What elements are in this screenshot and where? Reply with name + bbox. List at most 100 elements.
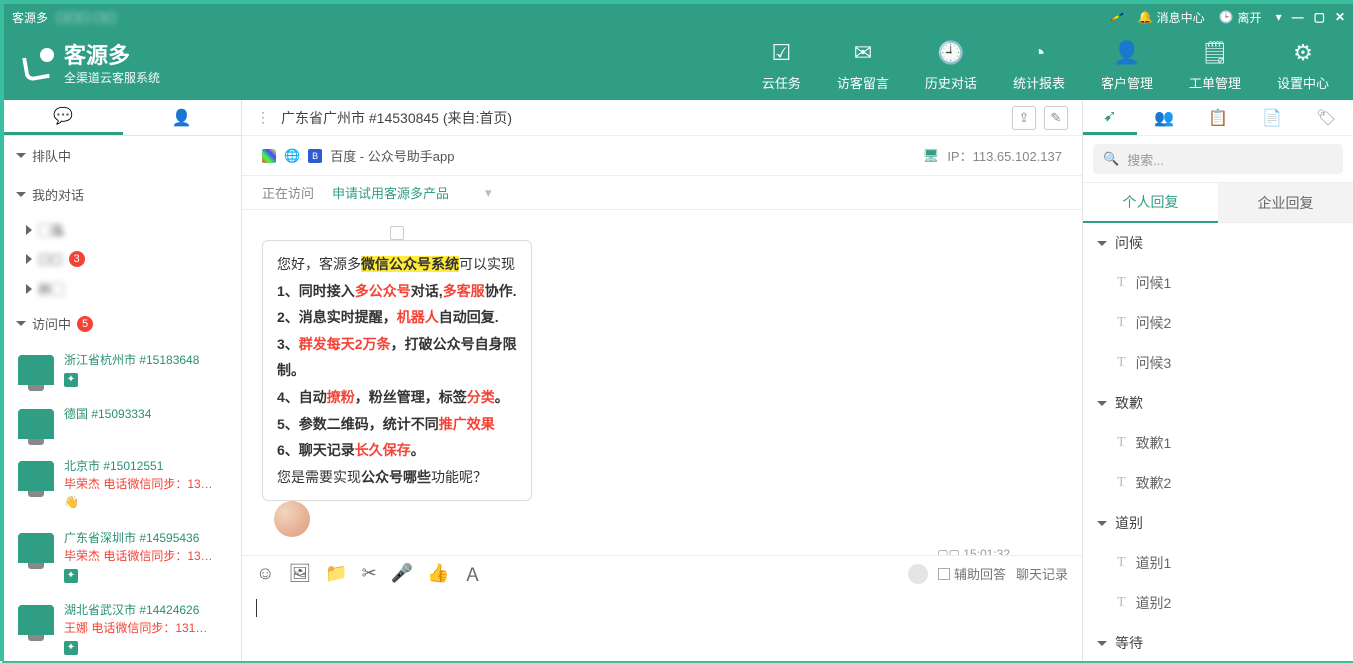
visitor-item[interactable]: 浙江省杭州市 #15183648✦	[4, 343, 241, 397]
edit-icon[interactable]	[1110, 16, 1124, 18]
hnav-0[interactable]: ☑ 云任务	[762, 39, 801, 92]
message-bubble: 您好，客源多微信公众号系统可以实现 1、同时接入多公众号对话,多客服协作. 2、…	[262, 240, 532, 501]
reply-group[interactable]: 问候	[1083, 223, 1353, 263]
my-chat-item[interactable]: ▢泓	[4, 214, 241, 245]
message-center-label: 消息中心	[1157, 9, 1205, 26]
ip-text: IP：113.65.102.137	[947, 146, 1062, 165]
brand-name: 客源多	[64, 45, 160, 67]
rtab-card-icon[interactable]: 📋	[1191, 100, 1245, 135]
reply-item[interactable]: T问候3	[1083, 343, 1353, 383]
reply-group[interactable]: 道别	[1083, 503, 1353, 543]
group-my-chat[interactable]: 我的对话	[4, 175, 241, 214]
message-input[interactable]	[242, 591, 1082, 661]
hnav-4[interactable]: 👤 客户管理	[1101, 39, 1153, 92]
bell-icon: 🔔	[1138, 10, 1153, 24]
thumb-icon[interactable]: 👍	[427, 563, 449, 584]
hnav-label: 设置中心	[1277, 73, 1329, 92]
leave-label: 离开	[1238, 9, 1262, 26]
hnav-label: 云任务	[762, 73, 801, 92]
visiting-link[interactable]: 申请试用客源多产品	[332, 183, 449, 202]
maximize-button[interactable]: ▢	[1314, 10, 1325, 24]
chat-log-link[interactable]: 聊天记录	[1016, 564, 1068, 583]
tab-personal-reply[interactable]: 个人回复	[1083, 183, 1218, 223]
header: 客源多 全渠道云客服系统 ☑ 云任务 ✉访客留言 🕘历史对话 ◔统计报表 👤 客户管理 🗒 工单…	[4, 30, 1353, 100]
hnav-label: 客户管理	[1101, 73, 1153, 92]
search-input[interactable]: 🔍搜索...	[1093, 144, 1343, 174]
collapse-icon[interactable]: ▾	[485, 185, 492, 201]
chat-panel: ⋮ 广东省广州市 #14530845 (来自:首页) ⇪ ✎ 🌐 B 百度 - …	[242, 100, 1083, 661]
folder-icon[interactable]: 📁	[325, 563, 347, 584]
windows-icon	[262, 149, 276, 163]
title-bar: 客源多 ▢▢▢ ▢▢ 🔔消息中心 🕒离开 ▾ — ▢ ✕	[4, 4, 1353, 30]
close-button[interactable]: ✕	[1335, 10, 1345, 24]
hnav-icon: ☑	[767, 39, 795, 67]
monitor-icon	[18, 605, 54, 635]
msg-timestamp: ▢▢ 15:01:32	[262, 547, 1010, 555]
reply-item[interactable]: T道别2	[1083, 583, 1353, 623]
hnav-1[interactable]: ✉访客留言	[837, 39, 889, 92]
visitor-item[interactable]: 北京市 #15012551毕荣杰 电话微信同步：13… 👋	[4, 449, 241, 521]
reply-item[interactable]: T致歉1	[1083, 423, 1353, 463]
hnav-5[interactable]: 🗒 工单管理	[1189, 39, 1241, 92]
minimize-button[interactable]: —	[1292, 10, 1304, 24]
search-placeholder: 搜索...	[1127, 150, 1164, 169]
reply-item[interactable]: T问候2	[1083, 303, 1353, 343]
monitor-icon	[18, 461, 54, 491]
dropdown-icon[interactable]: ▾	[1276, 10, 1282, 24]
my-chat-item[interactable]: 孙▢	[4, 273, 241, 304]
right-panel: ➹ 👥 📋 📄 🏷 🔍搜索... 个人回复 企业回复 问候T问候1T问候2T问候…	[1083, 100, 1353, 661]
chat-title: 广东省广州市 #14530845 (来自:首页)	[281, 108, 512, 128]
visiting-label: 正在访问	[262, 183, 314, 202]
hnav-icon: ✉	[849, 39, 877, 67]
visiting-badge: 5	[77, 316, 93, 332]
visitor-item[interactable]: 德国 #15093334	[4, 397, 241, 449]
cut-icon[interactable]: ✂	[362, 563, 377, 584]
agent-avatar	[274, 501, 310, 537]
tab-corp-reply[interactable]: 企业回复	[1218, 183, 1353, 223]
hnav-label: 工单管理	[1189, 73, 1241, 92]
image-icon[interactable]: 🖼	[288, 563, 311, 584]
export-icon[interactable]: ⇪	[1012, 106, 1036, 130]
reply-item[interactable]: T道别1	[1083, 543, 1353, 583]
font-icon[interactable]: Ａ	[464, 561, 482, 587]
brand: 客源多 全渠道云客服系统	[20, 45, 160, 86]
visitor-item[interactable]: 广东省深圳市 #14595436毕荣杰 电话微信同步：13…✦	[4, 521, 241, 593]
hnav-3[interactable]: ◔统计报表	[1013, 39, 1065, 92]
leave-button[interactable]: 🕒 离开	[1219, 9, 1262, 26]
assist-toggle[interactable]: 辅助回答	[938, 564, 1006, 583]
rtab-ticket-icon[interactable]: 🏷	[1299, 100, 1353, 135]
brand-logo-icon	[20, 48, 54, 82]
clock-icon: 🕒	[1219, 10, 1234, 24]
monitor-icon: 🖥	[923, 148, 940, 164]
hnav-icon: 👤	[1113, 39, 1141, 67]
monitor-icon	[18, 355, 54, 385]
reply-item[interactable]: T问候1	[1083, 263, 1353, 303]
group-queue[interactable]: 排队中	[4, 136, 241, 175]
reply-group[interactable]: 致歉	[1083, 383, 1353, 423]
rtab-user-icon[interactable]: 👥	[1137, 100, 1191, 135]
my-chat-item[interactable]: ▢▢3	[4, 245, 241, 273]
hnav-2[interactable]: 🕘历史对话	[925, 39, 977, 92]
visitor-item[interactable]: 湖北省武汉市 #14424626王娜 电话微信同步：131…✦	[4, 593, 241, 661]
rtab-form-icon[interactable]: 📄	[1245, 100, 1299, 135]
source-text: 百度 - 公众号助手app	[330, 146, 454, 165]
reply-item[interactable]: T致歉2	[1083, 463, 1353, 503]
hnav-6[interactable]: ⚙ 设置中心	[1277, 39, 1329, 92]
emoji-icon[interactable]: ☺	[256, 563, 274, 584]
group-my-chat-label: 我的对话	[32, 185, 84, 204]
monitor-icon	[18, 533, 54, 563]
hnav-icon: ⚙	[1289, 39, 1317, 67]
mic-icon[interactable]: 🎤	[391, 563, 413, 584]
tab-contact-icon[interactable]: 👤	[123, 100, 242, 135]
group-queue-label: 排队中	[32, 146, 71, 165]
group-visiting[interactable]: 访问中5	[4, 304, 241, 343]
more-icon[interactable]: ⋮	[256, 109, 271, 126]
rtab-home-icon[interactable]: ➹	[1083, 100, 1137, 135]
reply-group[interactable]: 等待	[1083, 623, 1353, 661]
message-center-button[interactable]: 🔔 消息中心	[1138, 9, 1205, 26]
title-blur: ▢▢▢ ▢▢	[56, 10, 116, 24]
tab-chat-icon[interactable]: 💬	[4, 100, 123, 135]
note-icon[interactable]: ✎	[1044, 106, 1068, 130]
msg-checkbox[interactable]	[390, 226, 404, 240]
hnav-icon: 🗒	[1201, 39, 1229, 67]
